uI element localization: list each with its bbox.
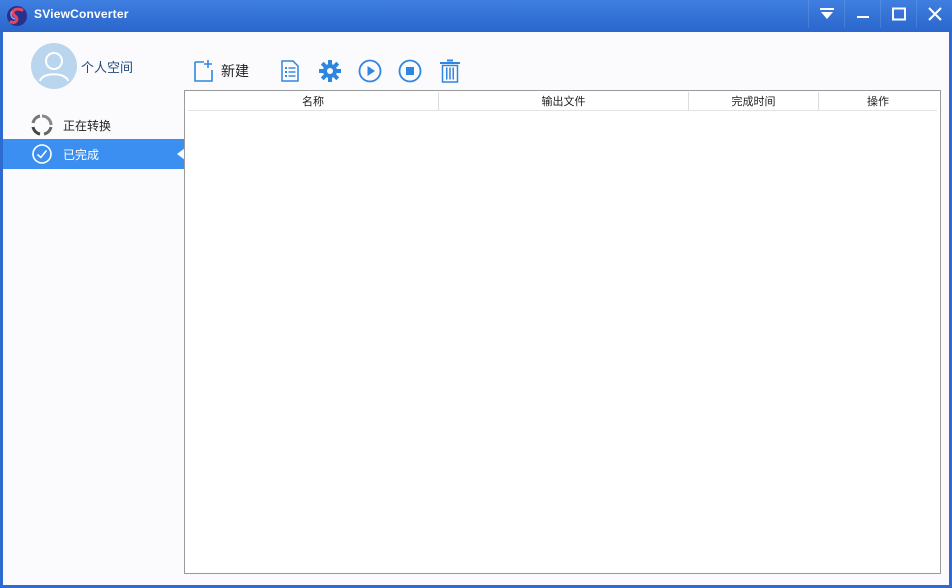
converting-spinner-icon bbox=[31, 114, 53, 136]
play-icon bbox=[358, 59, 382, 83]
minimize-icon bbox=[856, 16, 869, 18]
table-body bbox=[188, 112, 937, 572]
column-header-actions[interactable]: 操作 bbox=[819, 92, 937, 110]
sidebar-item-converting[interactable]: 正在转换 bbox=[3, 110, 184, 140]
delete-button[interactable] bbox=[437, 58, 463, 84]
dropdown-menu-icon bbox=[819, 8, 834, 19]
toolbar: 新建 bbox=[193, 58, 463, 84]
stop-icon bbox=[398, 59, 422, 83]
new-file-icon bbox=[194, 60, 213, 82]
task-table: 名称 输出文件 完成时间 操作 bbox=[184, 90, 941, 574]
check-circle-icon bbox=[31, 143, 53, 165]
trash-icon bbox=[440, 59, 460, 83]
column-header-completion-time[interactable]: 完成时间 bbox=[689, 92, 819, 110]
column-header-name[interactable]: 名称 bbox=[188, 92, 439, 110]
user-avatar-icon bbox=[39, 52, 69, 82]
settings-button[interactable] bbox=[317, 58, 343, 84]
close-button[interactable] bbox=[916, 0, 952, 28]
stop-button[interactable] bbox=[397, 58, 423, 84]
window-controls bbox=[808, 0, 952, 32]
column-header-output-file[interactable]: 输出文件 bbox=[439, 92, 689, 110]
profile-section[interactable]: 个人空间 bbox=[31, 42, 181, 90]
app-window: SViewConverter 个人空间 正在转换 已完成 新建 名称 输出文件 … bbox=[0, 0, 952, 588]
new-button[interactable]: 新建 bbox=[193, 58, 257, 84]
table-header: 名称 输出文件 完成时间 操作 bbox=[188, 92, 937, 111]
app-logo-icon bbox=[6, 5, 28, 27]
window-title: SViewConverter bbox=[34, 7, 129, 21]
maximize-button[interactable] bbox=[880, 0, 916, 28]
sidebar-item-label: 已完成 bbox=[63, 147, 100, 162]
sidebar: 个人空间 正在转换 已完成 bbox=[3, 32, 185, 585]
minimize-button[interactable] bbox=[844, 0, 880, 28]
start-button[interactable] bbox=[357, 58, 383, 84]
new-button-label: 新建 bbox=[221, 64, 249, 80]
title-bar[interactable]: SViewConverter bbox=[0, 0, 952, 32]
menu-dropdown-button[interactable] bbox=[808, 0, 844, 28]
sidebar-item-label: 正在转换 bbox=[63, 118, 112, 133]
avatar[interactable] bbox=[31, 43, 77, 89]
close-icon bbox=[927, 7, 942, 21]
maximize-icon bbox=[891, 7, 906, 21]
sidebar-item-completed[interactable]: 已完成 bbox=[3, 139, 185, 169]
gear-icon bbox=[319, 60, 341, 82]
client-area: 个人空间 正在转换 已完成 新建 名称 输出文件 完成时间 操作 bbox=[3, 32, 949, 585]
task-list-button[interactable] bbox=[277, 58, 303, 84]
profile-label[interactable]: 个人空间 bbox=[81, 57, 133, 76]
list-icon bbox=[281, 60, 299, 82]
